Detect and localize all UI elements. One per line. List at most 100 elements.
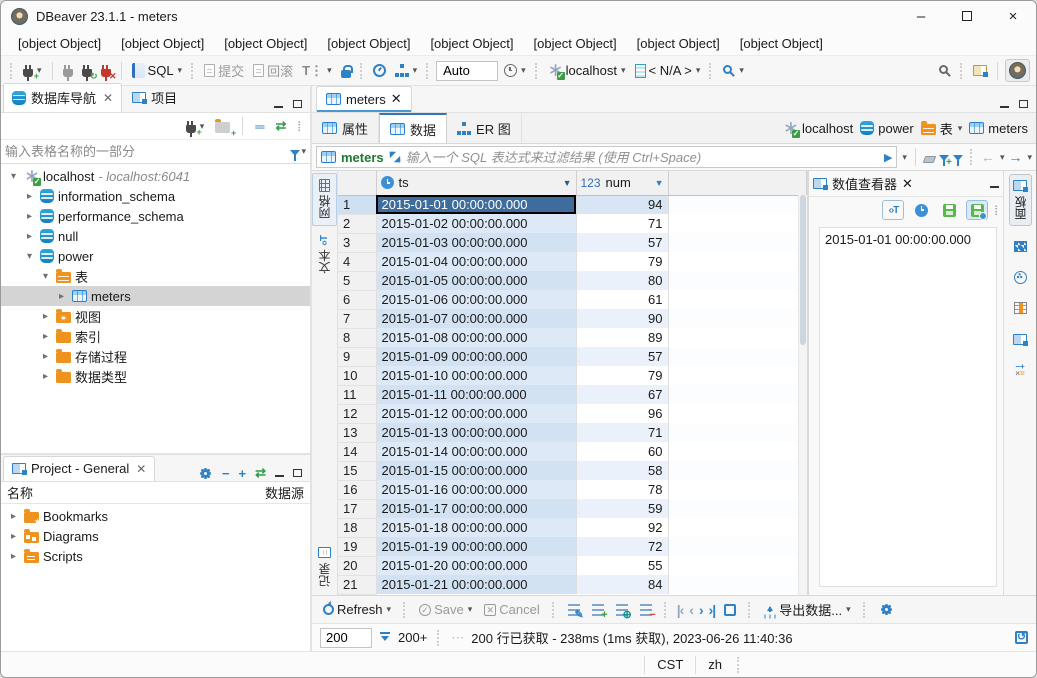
tree-item[interactable]: ▾ localhost - localhost:6041 [1,166,310,186]
maximize-panel-icon[interactable] [293,100,302,108]
menu-item[interactable]: [object Object] [421,34,522,53]
active-connection-combo[interactable]: localhost ▾ [545,61,629,80]
ts-cell[interactable]: 2015-01-21 00:00:00.000 [376,575,576,594]
auto-refresh-icon[interactable] [1015,631,1028,644]
minimize-panel-icon[interactable] [274,106,283,108]
tree-chevron-icon[interactable]: ▸ [23,231,36,242]
next-row-button[interactable]: › [699,602,703,618]
tree-chevron-icon[interactable]: ▸ [7,531,20,542]
ts-cell[interactable]: 2015-01-14 00:00:00.000 [376,442,576,461]
fetch-more-label[interactable]: 200+ [398,630,427,645]
expand-icon[interactable]: + [239,466,247,481]
save-value-as-button[interactable] [966,200,988,220]
aggregate-functions-button[interactable]: −+×= [1008,359,1032,381]
lock-button[interactable] [338,62,354,80]
grid-corner-cell[interactable] [338,171,376,195]
num-cell[interactable]: 55 [576,556,668,575]
close-icon[interactable]: ✕ [103,91,113,105]
resultset-settings-button[interactable] [876,600,897,619]
num-cell[interactable]: 78 [576,480,668,499]
row-number-cell[interactable]: 17 [338,499,376,518]
num-cell[interactable]: 84 [576,575,668,594]
num-cell[interactable]: 58 [576,461,668,480]
rollback-button[interactable]: 回滚 [250,59,296,82]
ts-cell[interactable]: 2015-01-19 00:00:00.000 [376,537,576,556]
language-indicator[interactable]: zh [695,656,734,674]
datetime-view-button[interactable] [910,200,932,220]
breadcrumb-item[interactable]: 表 ▾ [921,119,963,138]
connect-button[interactable] [60,62,76,79]
breadcrumb-item[interactable]: localhost ▾ [783,121,853,136]
tab-record-mode[interactable]: 记录 [313,540,336,593]
dashboard-button[interactable] [370,62,389,79]
column-header-datasource[interactable]: 数据源 [265,483,304,502]
row-number-cell[interactable]: 4 [338,252,376,271]
tab-grid-presentation[interactable]: 网格 [312,173,337,226]
num-cell[interactable]: 92 [576,518,668,537]
link-editor-icon[interactable]: ⇄ [255,465,266,481]
ts-cell[interactable]: 2015-01-11 00:00:00.000 [376,385,576,404]
collapse-icon[interactable]: − [222,466,230,481]
maximize-panel-icon[interactable] [293,469,302,477]
collapse-all-button[interactable]: ═ [252,117,267,136]
timezone-indicator[interactable]: CST [644,656,695,674]
tree-item[interactable]: ▸ information_schema [1,186,310,206]
toggle-references-panel-button[interactable] [1008,297,1032,319]
tree-chevron-icon[interactable]: ▸ [39,331,52,342]
ts-cell[interactable]: 2015-01-10 00:00:00.000 [376,366,576,385]
go-to-row-button[interactable] [721,602,739,618]
tree-item[interactable]: ▸ 存储过程 [1,346,310,366]
new-connection-button[interactable]: + ▾ [20,62,45,79]
auto-commit-combo[interactable] [436,61,498,81]
tab-project-general[interactable]: Project - General ✕ [3,456,155,481]
num-cell[interactable]: 60 [576,442,668,461]
chevron-down-icon[interactable]: ▾ [1000,152,1005,163]
project-tree-item[interactable]: ▸ Scripts [1,546,310,566]
reconnect-button[interactable]: ↻ [79,62,95,79]
tree-item[interactable]: ▾ power [1,246,310,266]
tree-chevron-icon[interactable]: ▸ [39,311,52,322]
tree-chevron-icon[interactable]: ▸ [7,551,20,562]
fetch-next-icon[interactable] [379,631,391,644]
tree-chevron-icon[interactable]: ▸ [7,511,20,522]
row-number-cell[interactable]: 16 [338,480,376,499]
disconnect-button[interactable]: ✕ [98,62,114,79]
row-number-cell[interactable]: 15 [338,461,376,480]
menu-item[interactable]: [object Object] [112,34,213,53]
num-cell[interactable]: 89 [576,328,668,347]
num-cell[interactable]: 57 [576,233,668,252]
num-cell[interactable]: 71 [576,214,668,233]
num-cell[interactable]: 79 [576,366,668,385]
tree-item[interactable]: ▸ 视图 [1,306,310,326]
gear-icon[interactable] [202,470,209,477]
num-cell[interactable]: 61 [576,290,668,309]
maximize-panel-icon[interactable] [1019,100,1028,108]
view-menu-button[interactable]: ⁞ [294,117,304,136]
toggle-panels-button[interactable]: 面板 [1009,174,1032,226]
toggle-calc-panel-button[interactable] [1008,235,1032,257]
row-number-cell[interactable]: 21 [338,575,376,594]
menu-item[interactable]: [object Object] [525,34,626,53]
ts-cell[interactable]: 2015-01-17 00:00:00.000 [376,499,576,518]
project-tree-item[interactable]: ▸ Bookmarks [1,506,310,526]
row-number-cell[interactable]: 18 [338,518,376,537]
tree-chevron-icon[interactable]: ▸ [39,371,52,382]
filter-funnel-icon[interactable] [290,150,300,156]
tab-database-navigator[interactable]: 数据库导航 ✕ [3,83,122,112]
ts-cell[interactable]: 2015-01-02 00:00:00.000 [376,214,576,233]
cancel-button[interactable]: ✕ Cancel [481,600,542,619]
dbeaver-perspective-button[interactable] [1005,59,1030,82]
save-button[interactable]: ✓ Save ▾ [416,600,475,619]
text-view-button[interactable]: ‹›T [882,200,904,220]
tree-item[interactable]: ▸ performance_schema [1,206,310,226]
tab-data[interactable]: 数据 [379,113,447,143]
expand-filter-icon[interactable] [389,151,401,163]
row-number-cell[interactable]: 9 [338,347,376,366]
back-arrow-icon[interactable]: ← [981,149,995,165]
ts-cell[interactable]: 2015-01-15 00:00:00.000 [376,461,576,480]
breadcrumb-item[interactable]: power ▾ [860,121,913,136]
minimize-panel-icon[interactable] [990,186,999,188]
minimize-button[interactable]: – [898,1,944,31]
minimize-panel-icon[interactable] [275,475,284,477]
last-row-button[interactable]: ›| [709,602,716,618]
